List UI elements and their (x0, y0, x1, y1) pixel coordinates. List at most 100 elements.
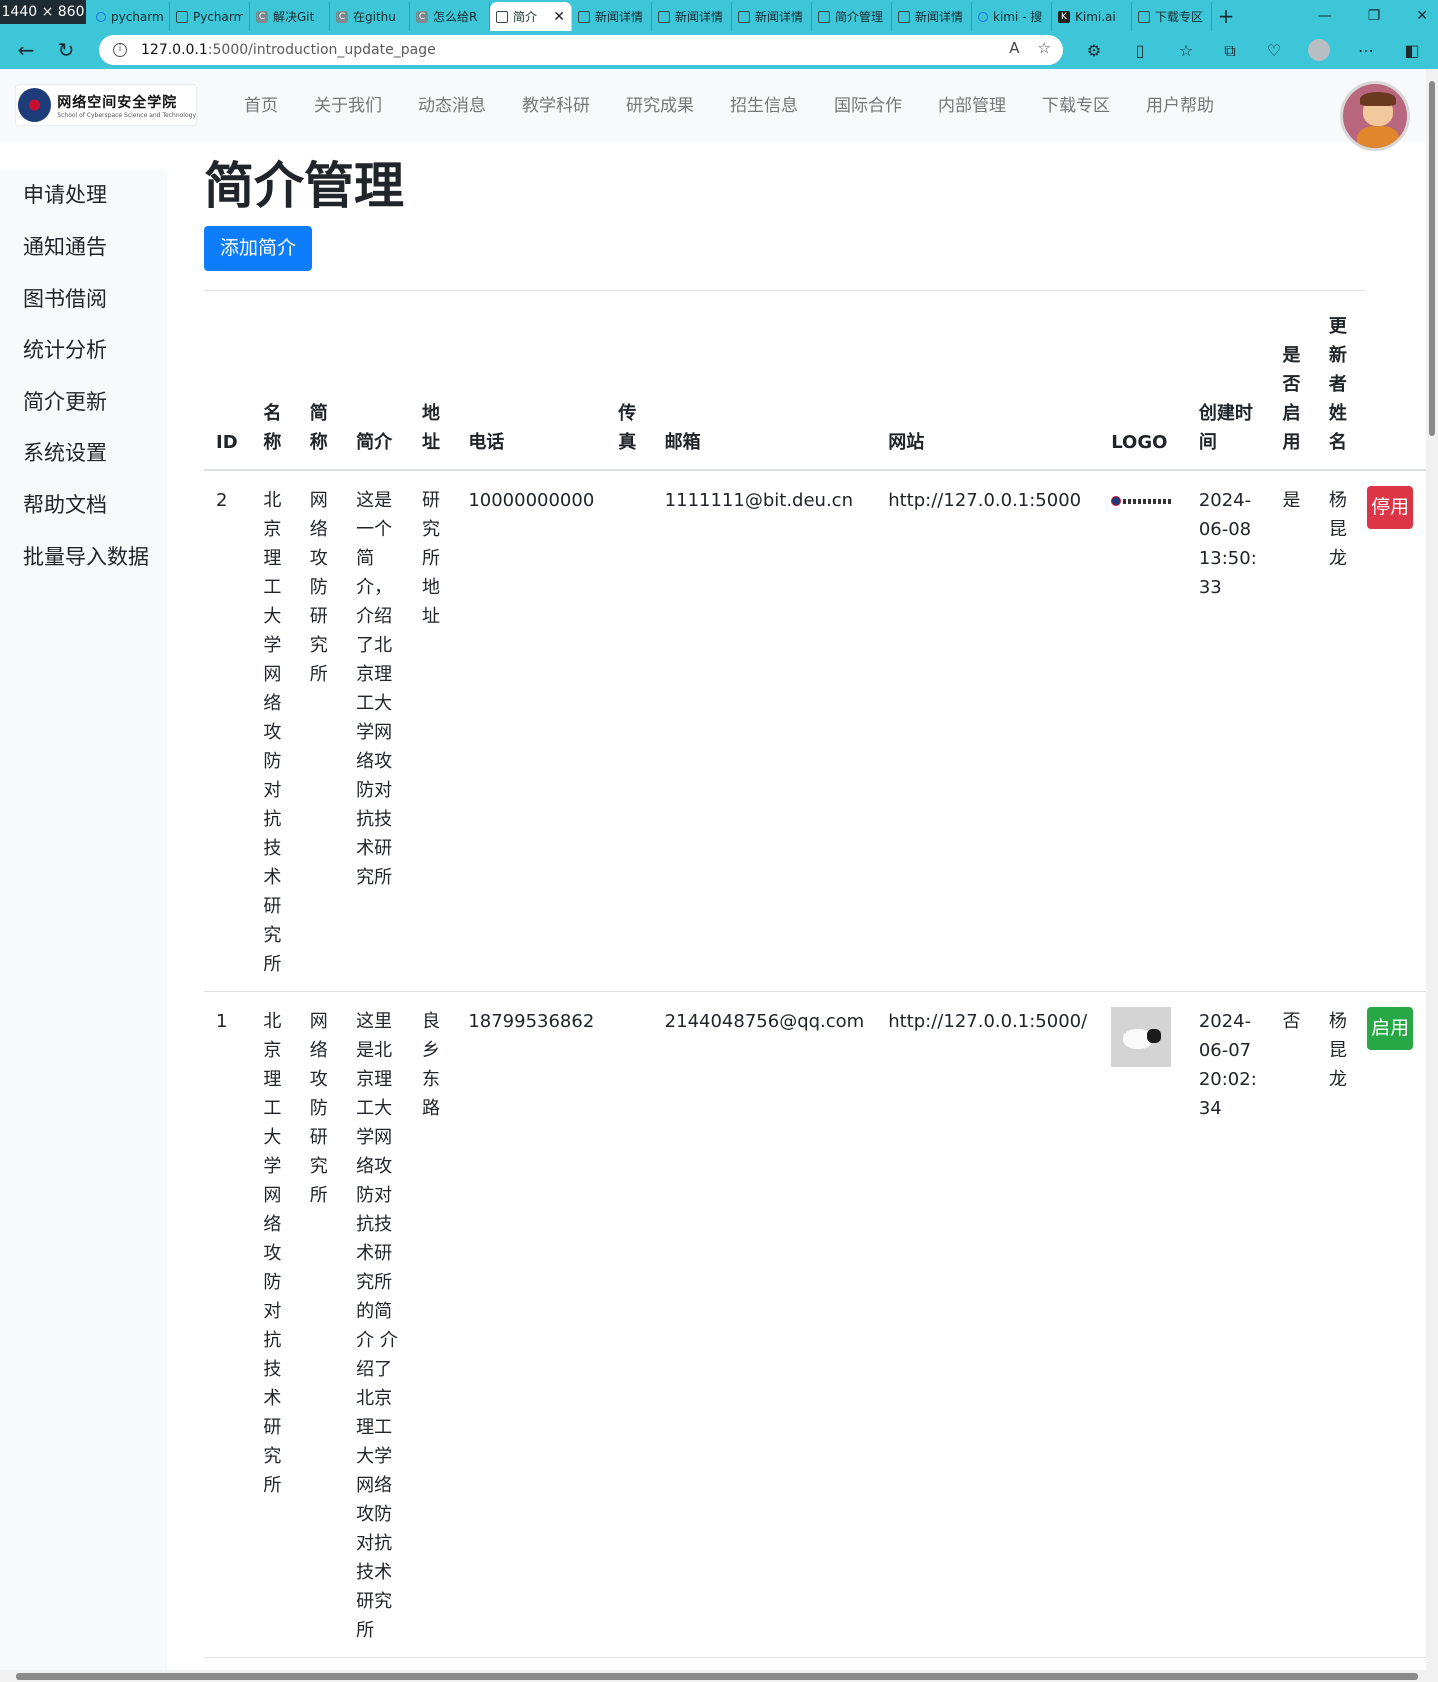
cell-enabled: 是 (1270, 470, 1317, 992)
page-icon (738, 10, 750, 23)
browser-tab[interactable]: pycharm (90, 2, 170, 31)
add-intro-button[interactable]: 添加简介 (204, 226, 312, 271)
browser-tab-strip: 1440 × 860 pycharm Pycharm C 解决Git C 在gith… (0, 0, 1438, 31)
disable-button[interactable]: 停用 (1367, 486, 1414, 529)
column-header-created: 创建时间 (1186, 302, 1271, 471)
browser-toolbar: ← ↻ i 127.0.0.1:5000/introduction_update… (0, 31, 1438, 69)
page-icon (496, 10, 508, 23)
cell-email: 2144048756@qq.com (652, 991, 877, 1658)
scrollbar-thumb[interactable] (1429, 81, 1435, 436)
page-icon (578, 10, 590, 23)
favorite-star-icon[interactable]: ☆ (1038, 39, 1051, 57)
cell-enabled: 否 (1270, 991, 1317, 1658)
close-tab-icon[interactable]: ✕ (553, 9, 565, 25)
horizontal-scrollbar-thumb[interactable] (16, 1673, 1418, 1680)
cell-updater: 杨昆龙 (1316, 991, 1364, 1658)
browser-tab[interactable]: 新闻详情 (892, 2, 972, 31)
table-row: 1 北京理工大学网络攻防对抗技术研究所 网络攻防研究所 这里是北京理工大学网络攻… (204, 991, 1426, 1658)
sidebar-toggle-icon[interactable]: ◧ (1401, 40, 1423, 62)
restore-icon[interactable]: ❐ (1368, 8, 1381, 24)
site-logo[interactable]: 网络空间安全学院 School of Cyberspace Science an… (16, 85, 196, 125)
browser-tab[interactable]: 新闻详情 (572, 2, 652, 31)
sidebar-item-docs[interactable]: 帮助文档 (23, 490, 163, 520)
browser-essentials-icon[interactable]: ♡ (1263, 40, 1285, 62)
window-controls: — ❐ ✕ (1318, 0, 1428, 31)
horizontal-scrollbar[interactable] (0, 1670, 1426, 1682)
reload-icon[interactable]: ↻ (54, 38, 78, 62)
csdn-icon: C (256, 10, 268, 23)
browser-tab[interactable]: Pycharm (170, 2, 250, 31)
browser-tab-active[interactable]: 简介 ✕ (490, 2, 572, 31)
sidebar-item-bulk-import[interactable]: 批量导入数据 (23, 542, 163, 572)
menu-item-research[interactable]: 研究成果 (626, 91, 694, 116)
logo-title: 网络空间安全学院 (57, 94, 178, 111)
read-aloud-icon[interactable]: A (1009, 39, 1019, 57)
menu-item-admissions[interactable]: 招生信息 (730, 91, 798, 116)
csdn-icon: C (336, 10, 348, 23)
cell-short-name: 网络攻防研究所 (297, 470, 345, 992)
column-header-email: 邮箱 (652, 302, 877, 471)
browser-tab[interactable]: 新闻详情 (732, 2, 812, 31)
new-tab-button[interactable]: + (1212, 2, 1240, 31)
column-header-updater: 更新者姓名 (1316, 302, 1364, 471)
cell-website: http://127.0.0.1:5000/ (876, 991, 1100, 1658)
sidebar-item-statistics[interactable]: 统计分析 (23, 335, 163, 365)
back-arrow-icon[interactable]: ← (14, 38, 38, 62)
search-icon (96, 11, 106, 22)
menu-item-about[interactable]: 关于我们 (314, 91, 382, 116)
close-window-icon[interactable]: ✕ (1416, 8, 1428, 24)
split-screen-icon[interactable]: ▯ (1129, 40, 1151, 62)
cell-name: 北京理工大学网络攻防对抗技术研究所 (251, 991, 298, 1658)
kimi-icon: K (1058, 10, 1070, 23)
sidebar-item-applications[interactable]: 申请处理 (23, 180, 163, 210)
browser-tab[interactable]: 简介管理 (812, 2, 892, 31)
menu-item-help[interactable]: 用户帮助 (1146, 91, 1214, 116)
browser-tab[interactable]: C 在githu (330, 2, 410, 31)
browser-tab[interactable]: C 解决Git (250, 2, 330, 31)
sidebar-background (0, 653, 167, 1670)
menu-item-downloads[interactable]: 下载专区 (1042, 91, 1110, 116)
sidebar-item-notices[interactable]: 通知通告 (23, 232, 163, 262)
page-icon (898, 10, 910, 23)
cell-fax (606, 991, 653, 1658)
column-header-name: 名称 (251, 302, 298, 471)
menu-item-teaching[interactable]: 教学科研 (522, 91, 590, 116)
sidebar-item-settings[interactable]: 系统设置 (23, 438, 163, 468)
extensions-icon[interactable]: ⚙ (1083, 40, 1105, 62)
more-menu-icon[interactable]: ⋯ (1355, 40, 1377, 62)
menu-item-international[interactable]: 国际合作 (834, 91, 902, 116)
column-header-website: 网站 (876, 302, 1100, 471)
user-avatar[interactable] (1340, 81, 1410, 151)
divider (204, 290, 1365, 291)
vertical-scrollbar[interactable] (1426, 69, 1438, 1682)
menu-item-home[interactable]: 首页 (244, 91, 278, 116)
browser-tab[interactable]: kimi - 搜 (972, 2, 1052, 31)
browser-tab[interactable]: C 怎么给R (410, 2, 490, 31)
column-header-fax: 传真 (606, 302, 653, 471)
collections-icon[interactable]: ⧉ (1219, 40, 1241, 62)
sidebar-item-intro-update[interactable]: 简介更新 (23, 387, 163, 417)
table-header-row: ID 名称 简称 简介 地址 电话 传真 邮箱 网站 LOGO 创建时间 是否启… (204, 302, 1426, 471)
sidebar-item-library[interactable]: 图书借阅 (23, 284, 163, 314)
browser-tab[interactable]: 新闻详情 (652, 2, 732, 31)
column-header-enabled: 是否启用 (1270, 302, 1317, 471)
page-icon (658, 10, 670, 23)
minimize-icon[interactable]: — (1318, 8, 1332, 24)
menu-item-internal[interactable]: 内部管理 (938, 91, 1006, 116)
menu-item-news[interactable]: 动态消息 (418, 91, 486, 116)
address-bar[interactable]: i 127.0.0.1:5000/introduction_update_pag… (99, 35, 1063, 65)
browser-tab[interactable]: 下载专区 (1132, 2, 1212, 31)
site-info-icon[interactable]: i (113, 43, 127, 57)
enable-button[interactable]: 启用 (1367, 1007, 1414, 1050)
page-icon (1138, 10, 1150, 23)
cell-logo (1099, 470, 1187, 992)
column-header-id: ID (204, 302, 252, 471)
page-icon (818, 10, 830, 23)
cell-intro: 这里是北京理工大学网络攻防对抗技术研究所的简介 介绍了北京理工大学网络攻防对抗技… (344, 991, 410, 1658)
profile-avatar-icon[interactable] (1308, 39, 1330, 61)
favorites-icon[interactable]: ☆ (1175, 40, 1197, 62)
browser-tab[interactable]: K Kimi.ai (1052, 2, 1132, 31)
logo-subtitle: School of Cyberspace Science and Technol… (57, 111, 196, 119)
cell-id: 2 (204, 470, 252, 992)
tab-list: pycharm Pycharm C 解决Git C 在githu C 怎么给R 简介 ✕… (90, 2, 1240, 31)
